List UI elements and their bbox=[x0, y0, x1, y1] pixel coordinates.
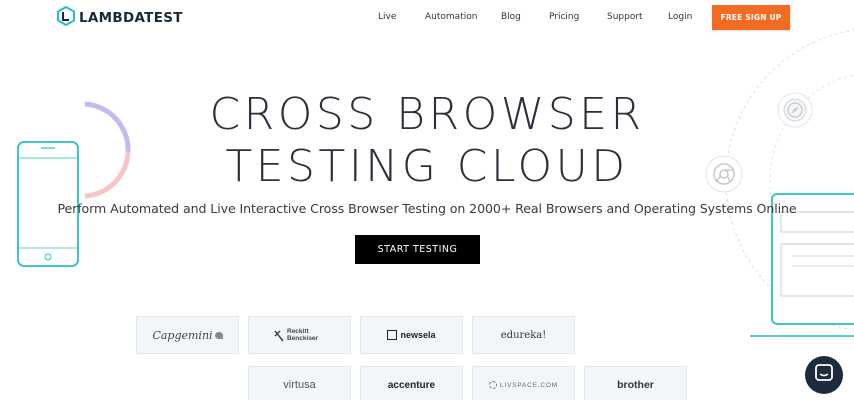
hero-title-line1: CROSS BROWSER bbox=[209, 89, 645, 140]
newsela-icon bbox=[387, 330, 398, 340]
client-logo-reckitt-benckiser: Reckitt Benckiser bbox=[248, 316, 351, 354]
client-name: accenture bbox=[387, 379, 436, 391]
client-logo-edureka: edureka! bbox=[472, 316, 575, 354]
reckitt-icon bbox=[274, 330, 284, 342]
nav-link-pricing[interactable]: Pricing bbox=[549, 12, 579, 22]
client-name: virtusa bbox=[283, 379, 316, 391]
client-name: Reckitt Benckiser bbox=[287, 327, 319, 342]
lambdatest-logo-icon bbox=[57, 5, 75, 31]
nav-link-live[interactable]: Live bbox=[378, 12, 396, 22]
top-navbar: LAMBDATEST Live Automation Blog Pricing … bbox=[0, 0, 854, 36]
nav-link-support[interactable]: Support bbox=[607, 12, 643, 22]
hero-title-line2: TESTING CLOUD bbox=[225, 141, 629, 192]
start-testing-button[interactable]: START TESTING bbox=[355, 235, 480, 264]
client-logo-capgemini: Capgemini bbox=[136, 316, 239, 354]
brand-logo[interactable]: LAMBDATEST bbox=[57, 5, 183, 31]
nav-link-blog[interactable]: Blog bbox=[501, 12, 521, 22]
client-name: brother bbox=[617, 379, 654, 391]
nav-link-automation[interactable]: Automation bbox=[425, 12, 477, 22]
client-logo-accenture: accenture bbox=[360, 366, 463, 400]
client-logo-brother: brother bbox=[584, 366, 687, 400]
hero-subtitle: Perform Automated and Live Interactive C… bbox=[57, 201, 797, 216]
free-signup-button[interactable]: FREE SIGN UP bbox=[712, 5, 790, 30]
client-logo-newsela: newsela bbox=[360, 316, 463, 354]
logo-text: LAMBDATEST bbox=[79, 10, 183, 26]
client-name: newsela bbox=[400, 330, 436, 340]
nav-link-login[interactable]: Login bbox=[668, 12, 692, 22]
chat-widget-button[interactable] bbox=[805, 356, 843, 394]
client-name: LIVSPACE.COM bbox=[500, 381, 558, 389]
client-name: edureka! bbox=[500, 329, 547, 341]
chat-icon bbox=[814, 363, 834, 388]
capgemini-spade-icon bbox=[214, 331, 223, 339]
client-logo-virtusa: virtusa bbox=[248, 366, 351, 400]
client-name: Capgemini bbox=[152, 328, 213, 342]
livspace-icon bbox=[489, 381, 498, 389]
client-logo-livspace: LIVSPACE.COM bbox=[472, 366, 575, 400]
